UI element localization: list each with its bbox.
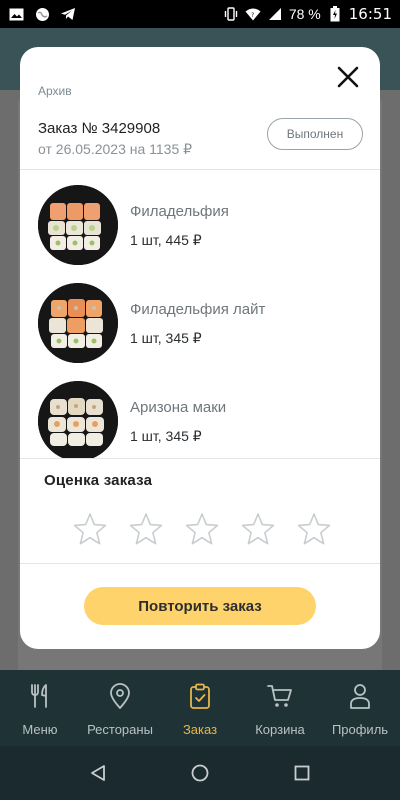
cart-icon [267,683,293,709]
item-photo-philadelphia-light [38,283,118,363]
divider [20,169,380,170]
divider [20,458,380,459]
nav-label: Заказ [182,722,218,737]
star-icon[interactable] [128,512,164,548]
signal-icon [267,6,283,22]
item-name: Филадельфия [130,203,229,220]
star-icon[interactable] [240,512,276,548]
repeat-order-button[interactable]: Повторить заказ [84,587,316,625]
order-title: Заказ № 3429908 [38,120,161,137]
recents-icon[interactable] [292,763,312,783]
home-icon[interactable] [190,763,210,783]
person-icon [347,683,373,709]
telegram-icon [60,6,76,22]
fork-knife-icon [27,683,53,709]
item-photo-philadelphia [38,185,118,265]
star-icon[interactable] [296,512,332,548]
order-status-badge: Выполнен [267,118,363,150]
nav-menu[interactable]: Меню [0,670,80,746]
bottom-navigation: Меню Рестораны Заказ Корзина Профиль [0,670,400,746]
rating-title: Оценка заказа [44,472,153,489]
item-qty-price: 1 шт, 445 ₽ [130,232,202,248]
star-icon[interactable] [72,512,108,548]
clock: 16:51 [348,5,392,23]
clipboard-check-icon [187,683,213,709]
list-item[interactable]: Филадельфия 1 шт, 445 ₽ [20,185,380,283]
nav-label: Корзина [255,722,305,737]
order-date-total: от 26.05.2023 на 1135 ₽ [38,141,193,157]
item-name: Аризона маки [130,399,227,416]
nav-label: Профиль [331,722,389,737]
nav-restaurants[interactable]: Рестораны [80,670,160,746]
nav-cart[interactable]: Корзина [240,670,320,746]
nav-profile[interactable]: Профиль [320,670,400,746]
star-icon[interactable] [184,512,220,548]
order-details-modal: Архив Заказ № 3429908 от 26.05.2023 на 1… [20,47,380,649]
list-item[interactable]: Аризона маки 1 шт, 345 ₽ [20,381,380,458]
item-qty-price: 1 шт, 345 ₽ [130,330,202,346]
list-item[interactable]: Филадельфия лайт 1 шт, 345 ₽ [20,283,380,381]
svg-text:?: ? [251,12,254,19]
rating-stars [72,512,332,548]
close-icon [337,66,359,88]
divider [20,563,380,564]
battery-icon [327,6,343,22]
item-photo-arizona-maki [38,381,118,458]
wifi-icon: ? [245,6,261,22]
status-bar: ? 78 % 16:51 [0,0,400,28]
nav-order[interactable]: Заказ [160,670,240,746]
item-qty-price: 1 шт, 345 ₽ [130,428,202,444]
nav-label: Рестораны [87,722,153,737]
globe-icon [34,6,50,22]
item-name: Филадельфия лайт [130,301,266,318]
order-items-list[interactable]: Филадельфия 1 шт, 445 ₽ Филадельфия лайт… [20,171,380,458]
image-icon [8,6,24,22]
battery-percent: 78 % [288,6,321,22]
close-button[interactable] [330,59,366,95]
back-icon[interactable] [88,763,108,783]
system-navigation-bar [0,746,400,800]
archive-label: Архив [38,84,72,98]
nav-label: Меню [22,722,58,737]
location-pin-icon [107,683,133,709]
vibrate-icon [223,6,239,22]
